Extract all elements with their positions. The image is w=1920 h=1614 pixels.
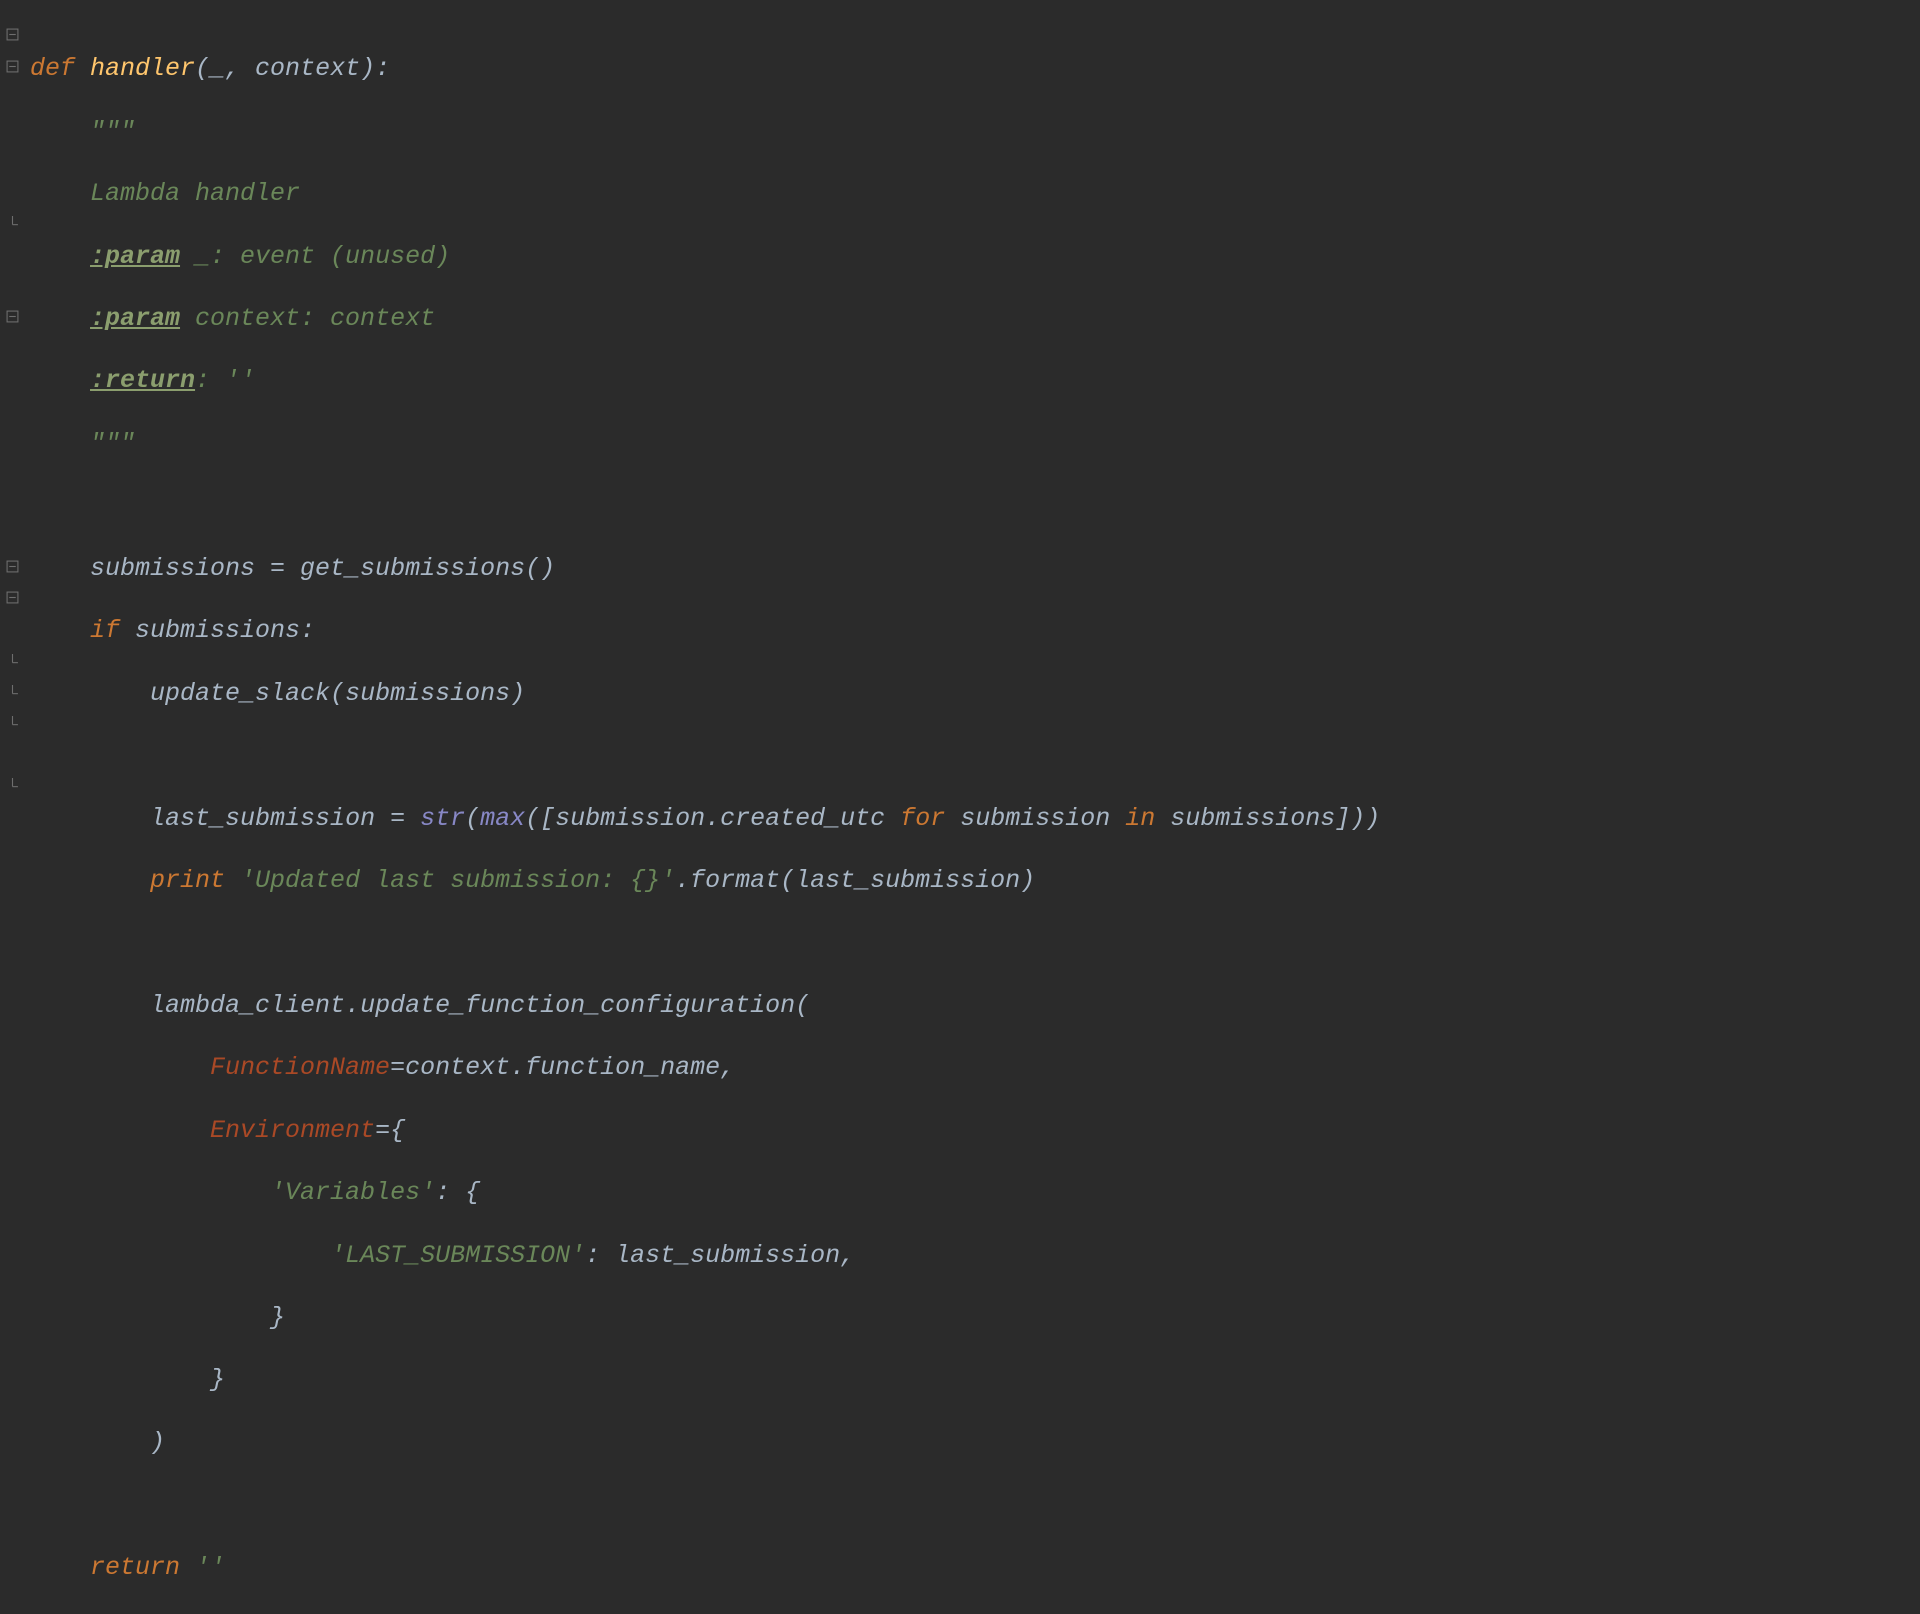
code-line[interactable] (30, 927, 1920, 958)
code-line[interactable]: last_submission = str(max([submission.cr… (30, 803, 1920, 834)
code-line[interactable]: update_slack(submissions) (30, 678, 1920, 709)
code-line[interactable]: Lambda handler (30, 178, 1920, 209)
keyword-in: in (1125, 804, 1170, 833)
string-literal: '' (195, 1553, 225, 1582)
kwarg-name: Environment (210, 1116, 375, 1145)
string-literal: 'Updated last submission: {}' (240, 866, 675, 895)
code-line[interactable]: :param _: event (unused) (30, 241, 1920, 272)
code-line[interactable] (30, 740, 1920, 771)
keyword-for: for (900, 804, 960, 833)
docstring-text: : '' (195, 366, 255, 395)
fold-end-icon (6, 716, 19, 729)
paren: ) (150, 1428, 165, 1457)
fold-end-icon (6, 778, 19, 791)
fold-icon[interactable] (6, 591, 19, 604)
fold-end-icon (6, 216, 19, 229)
call: lambda_client.update_function_configurat… (150, 991, 810, 1020)
docstring-tag: :return (90, 366, 195, 395)
code-line[interactable]: def handler(_, context): (30, 53, 1920, 84)
function-name: handler (90, 54, 195, 83)
fold-icon[interactable] (6, 60, 19, 73)
docstring-text: context: context (180, 304, 435, 333)
params: (_, context): (195, 54, 390, 83)
code-line[interactable]: } (30, 1364, 1920, 1395)
keyword-print: print (150, 866, 240, 895)
code-line[interactable]: ) (30, 1427, 1920, 1458)
code-line[interactable]: return '' (30, 1552, 1920, 1583)
code-line[interactable]: """ (30, 428, 1920, 459)
docstring-tag: :param (90, 242, 180, 271)
code-line[interactable]: """ (30, 116, 1920, 147)
call: update_slack(submissions) (150, 679, 525, 708)
gutter (0, 0, 24, 1085)
fold-end-icon (6, 685, 19, 698)
code-line[interactable]: :param context: context (30, 303, 1920, 334)
brace: } (210, 1365, 225, 1394)
code-line[interactable] (30, 490, 1920, 521)
code-line[interactable]: :return: '' (30, 365, 1920, 396)
code-line[interactable]: submissions = get_submissions() (30, 553, 1920, 584)
docstring-text: _: event (unused) (180, 242, 450, 271)
code-line[interactable]: 'LAST_SUBMISSION': last_submission, (30, 1240, 1920, 1271)
keyword-if: if (90, 616, 135, 645)
code-line[interactable]: FunctionName=context.function_name, (30, 1052, 1920, 1083)
statement: submissions = get_submissions() (90, 554, 555, 583)
docstring-quote: """ (90, 117, 135, 146)
code-line[interactable]: Environment={ (30, 1115, 1920, 1146)
builtin-str: str (420, 804, 465, 833)
builtin-max: max (480, 804, 525, 833)
docstring-quote: """ (90, 429, 135, 458)
kwarg-name: FunctionName (210, 1053, 390, 1082)
fold-icon[interactable] (6, 560, 19, 573)
code-line[interactable]: print 'Updated last submission: {}'.form… (30, 865, 1920, 896)
string-literal: 'Variables' (270, 1178, 435, 1207)
string-literal: 'LAST_SUBMISSION' (330, 1241, 585, 1270)
code-line[interactable]: lambda_client.update_function_configurat… (30, 990, 1920, 1021)
fold-icon[interactable] (6, 28, 19, 41)
code-line[interactable]: } (30, 1302, 1920, 1333)
code-line[interactable]: if submissions: (30, 615, 1920, 646)
docstring-tag: :param (90, 304, 180, 333)
fold-icon[interactable] (6, 310, 19, 323)
expression: submissions: (135, 616, 315, 645)
code-line[interactable]: 'Variables': { (30, 1177, 1920, 1208)
keyword-return: return (90, 1553, 195, 1582)
brace: } (270, 1303, 285, 1332)
code-line[interactable] (30, 1489, 1920, 1520)
keyword-def: def (30, 54, 90, 83)
docstring-text: Lambda handler (90, 179, 300, 208)
code-editor[interactable]: def handler(_, context): """ Lambda hand… (0, 0, 1920, 1614)
fold-end-icon (6, 654, 19, 667)
